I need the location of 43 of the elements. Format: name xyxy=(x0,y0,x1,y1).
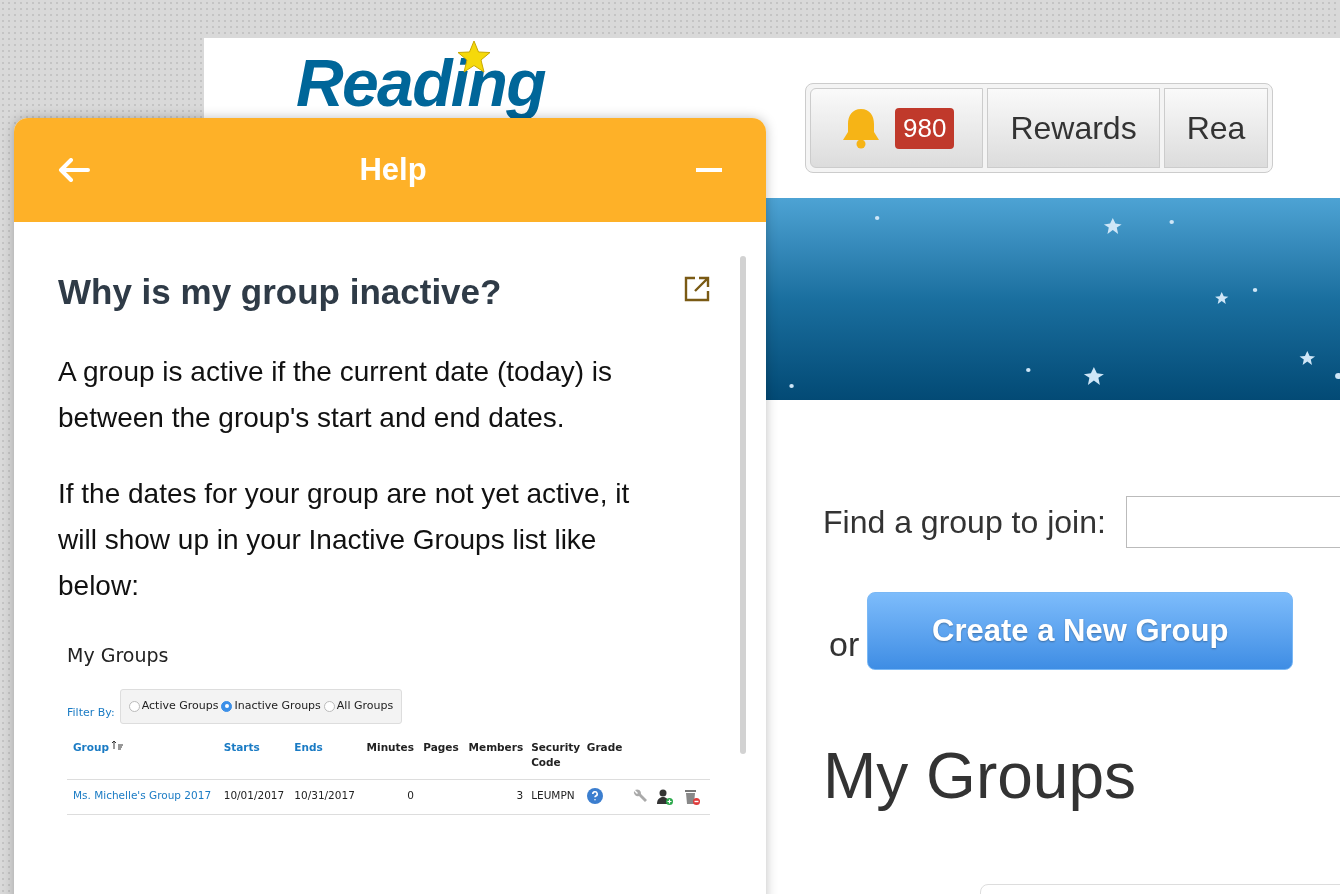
example-title: My Groups xyxy=(67,642,170,668)
logo[interactable]: Reading xyxy=(296,50,596,116)
radio-button[interactable] xyxy=(128,700,140,712)
filter-label: Filter By: xyxy=(67,705,115,721)
table-cell: 10/31/2017 xyxy=(294,789,355,801)
create-group-button[interactable]: Create a New Group xyxy=(867,592,1294,670)
table-cell: 3 xyxy=(516,789,524,801)
nav-button[interactable]: Rewards xyxy=(987,88,1160,168)
help-paragraph: If the dates for your group are not yet active, it will show up in your Inactive Groups list like below: xyxy=(58,476,631,603)
wrench-icon[interactable] xyxy=(631,788,648,804)
trash-icon[interactable] xyxy=(683,788,702,806)
table-cell: LEUMPN xyxy=(531,789,575,801)
article-title: Why is my group inactive? xyxy=(58,271,502,313)
radio-label: Active Groups xyxy=(141,698,219,714)
add-user-icon[interactable] xyxy=(656,788,675,806)
column-header: Grade xyxy=(586,739,623,755)
column-header: Members xyxy=(468,739,524,755)
sort-icon[interactable] xyxy=(111,739,123,750)
notification-count: 980 xyxy=(895,107,955,149)
external-link-icon[interactable] xyxy=(684,276,710,302)
radio-button[interactable] xyxy=(221,700,233,712)
table-cell: 10/01/2017 xyxy=(223,789,285,801)
column-header: Minutes xyxy=(366,739,414,755)
nav-button[interactable]: Rea xyxy=(1163,88,1269,168)
back-arrow-icon[interactable] xyxy=(58,158,90,182)
column-header: Security Code xyxy=(531,739,578,771)
group-link[interactable]: Ms. Michelle's Group 2017 xyxy=(73,789,212,801)
column-header[interactable]: Starts xyxy=(223,739,260,756)
column-header: Pages xyxy=(423,739,459,755)
page-heading: My Groups xyxy=(823,739,1137,814)
find-label: Find a group to join: xyxy=(823,503,1106,542)
radio-label: Inactive Groups xyxy=(234,698,321,714)
radio-button[interactable] xyxy=(323,700,335,712)
help-icon[interactable] xyxy=(586,788,603,804)
help-paragraph: A group is active if the current date (today) is between the group's start and end dates. xyxy=(58,354,614,435)
notifications-button[interactable]: 980 xyxy=(810,88,984,168)
help-title: Help xyxy=(359,150,427,189)
table-cell: 0 xyxy=(407,789,414,801)
radio-label: All Groups xyxy=(336,698,394,714)
search-field[interactable] xyxy=(1125,496,1340,548)
column-header[interactable]: Ends xyxy=(294,739,323,756)
or-label: or xyxy=(829,624,860,665)
column-header[interactable]: Group xyxy=(73,739,109,756)
